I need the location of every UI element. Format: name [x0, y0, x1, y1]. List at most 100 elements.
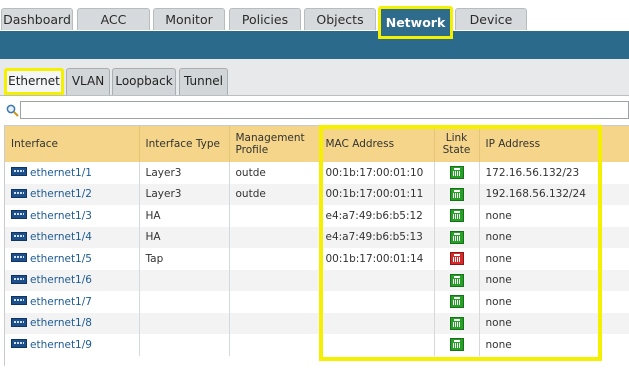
cell-management-profile: [229, 248, 320, 270]
cell-interface: ethernet1/6: [5, 269, 140, 291]
nav-tab-policies[interactable]: Policies: [229, 8, 301, 30]
cell-interface: ethernet1/9: [5, 334, 140, 356]
cell-ip-address: none: [479, 226, 629, 248]
ethernet-port-icon: [11, 253, 27, 263]
cell-interface-type: [139, 269, 230, 291]
cell-interface-type: [139, 291, 230, 313]
table-body: ethernet1/1 Layer3 outde 00:1b:17:00:01:10 1…: [5, 162, 629, 356]
cell-link-state: [434, 312, 480, 334]
cell-ip-address: none: [479, 248, 629, 270]
table-row[interactable]: ethernet1/8 none: [5, 312, 629, 334]
interface-link[interactable]: ethernet1/4: [30, 231, 92, 243]
cell-mac-address: [319, 334, 435, 356]
nav-tab-objects[interactable]: Objects: [304, 8, 376, 30]
cell-mac-address: [319, 312, 435, 334]
cell-interface-type: HA: [139, 205, 230, 227]
cell-management-profile: [229, 269, 320, 291]
cell-link-state: [434, 183, 480, 205]
cell-ip-address: 172.16.56.132/23: [479, 162, 629, 184]
interface-link[interactable]: ethernet1/8: [30, 317, 92, 329]
cell-interface: ethernet1/8: [5, 312, 140, 334]
cell-link-state: [434, 226, 480, 248]
link-state-up-icon: [449, 295, 464, 309]
search-icon[interactable]: [6, 104, 19, 117]
col-header-mac-address[interactable]: MAC Address: [319, 126, 435, 162]
table-row[interactable]: ethernet1/3 HA e4:a7:49:b6:b5:12 none: [5, 205, 629, 227]
col-header-link-line2: State: [442, 144, 471, 156]
interface-link[interactable]: ethernet1/5: [30, 253, 92, 265]
col-header-management-line2: Profile: [235, 144, 269, 156]
table-row[interactable]: ethernet1/1 Layer3 outde 00:1b:17:00:01:10 1…: [5, 162, 629, 184]
cell-mac-address: e4:a7:49:b6:b5:13: [319, 226, 435, 248]
cell-mac-address: 00:1b:17:00:01:11: [319, 183, 435, 205]
table-row[interactable]: ethernet1/7 none: [5, 291, 629, 313]
cell-mac-address: 00:1b:17:00:01:14: [319, 248, 435, 270]
cell-interface-type: HA: [139, 226, 230, 248]
link-state-up-icon: [449, 187, 464, 201]
nav-tab-dashboard[interactable]: Dashboard: [1, 8, 73, 30]
table-row[interactable]: ethernet1/2 Layer3 outde 00:1b:17:00:01:11 1…: [5, 183, 629, 205]
subtab-loopback[interactable]: Loopback: [112, 68, 176, 95]
interface-link[interactable]: ethernet1/2: [30, 188, 92, 200]
cell-mac-address: [319, 291, 435, 313]
col-header-ip-address[interactable]: IP Address: [479, 126, 629, 162]
cell-mac-address: 00:1b:17:00:01:10: [319, 162, 435, 184]
nav-tab-device[interactable]: Device: [455, 8, 527, 30]
cell-management-profile: [229, 334, 320, 356]
cell-interface-type: Layer3: [139, 183, 230, 205]
table-row[interactable]: ethernet1/9 none: [5, 334, 629, 356]
interface-link[interactable]: ethernet1/6: [30, 274, 92, 286]
subtab-tunnel[interactable]: Tunnel: [179, 68, 228, 95]
interface-link[interactable]: ethernet1/1: [30, 167, 92, 179]
link-state-up-icon: [449, 166, 464, 180]
cell-interface-type: Tap: [139, 248, 230, 270]
cell-interface: ethernet1/3: [5, 205, 140, 227]
table-row[interactable]: ethernet1/4 HA e4:a7:49:b6:b5:13 none: [5, 226, 629, 248]
cell-ip-address: none: [479, 269, 629, 291]
col-header-link-line1: Link: [445, 132, 468, 144]
cell-ip-address: none: [479, 205, 629, 227]
cell-management-profile: [229, 205, 320, 227]
table-row[interactable]: ethernet1/5 Tap 00:1b:17:00:01:14 none: [5, 248, 629, 270]
cell-ip-address: none: [479, 291, 629, 313]
cell-ip-address: 192.168.56.132/24: [479, 183, 629, 205]
cell-management-profile: [229, 291, 320, 313]
col-header-interface[interactable]: Interface: [5, 126, 140, 162]
cell-management-profile: [229, 312, 320, 334]
nav-tab-acc[interactable]: ACC: [77, 8, 150, 30]
subtab-vlan[interactable]: VLAN: [66, 68, 110, 95]
cell-link-state: [434, 269, 480, 291]
nav-tab-monitor[interactable]: Monitor: [153, 8, 225, 30]
interface-link[interactable]: ethernet1/3: [30, 210, 92, 222]
cell-interface: ethernet1/7: [5, 291, 140, 313]
ethernet-port-icon: [11, 231, 27, 241]
ethernet-port-icon: [11, 210, 27, 220]
cell-management-profile: outde: [229, 183, 320, 205]
cell-management-profile: [229, 226, 320, 248]
link-state-down-icon: [449, 252, 464, 266]
col-header-management-profile[interactable]: Management Profile: [229, 126, 320, 162]
cell-ip-address: none: [479, 334, 629, 356]
filter-input[interactable]: [20, 101, 629, 119]
subtab-ethernet[interactable]: Ethernet: [4, 68, 64, 95]
nav-tab-network[interactable]: Network: [378, 6, 453, 39]
ethernet-port-icon: [11, 274, 27, 284]
interface-link[interactable]: ethernet1/7: [30, 296, 92, 308]
cell-interface: ethernet1/1: [5, 162, 140, 184]
cell-interface: ethernet1/5: [5, 248, 140, 270]
col-header-link-state[interactable]: Link State: [434, 126, 480, 162]
link-state-up-icon: [449, 209, 464, 223]
link-state-up-icon: [449, 338, 464, 352]
interface-link[interactable]: ethernet1/9: [30, 339, 92, 351]
cell-interface: ethernet1/4: [5, 226, 140, 248]
col-header-interface-type[interactable]: Interface Type: [139, 126, 230, 162]
ethernet-port-icon: [11, 339, 27, 349]
cell-ip-address: none: [479, 312, 629, 334]
interfaces-table-container: Interface Interface Type Management Profi…: [4, 125, 629, 366]
table-row[interactable]: ethernet1/6 none: [5, 269, 629, 291]
col-header-management-line1: Management: [235, 132, 305, 144]
cell-link-state: [434, 248, 480, 270]
interfaces-table: Interface Interface Type Management Profi…: [5, 126, 629, 356]
ethernet-port-icon: [11, 296, 27, 306]
cell-link-state: [434, 334, 480, 356]
